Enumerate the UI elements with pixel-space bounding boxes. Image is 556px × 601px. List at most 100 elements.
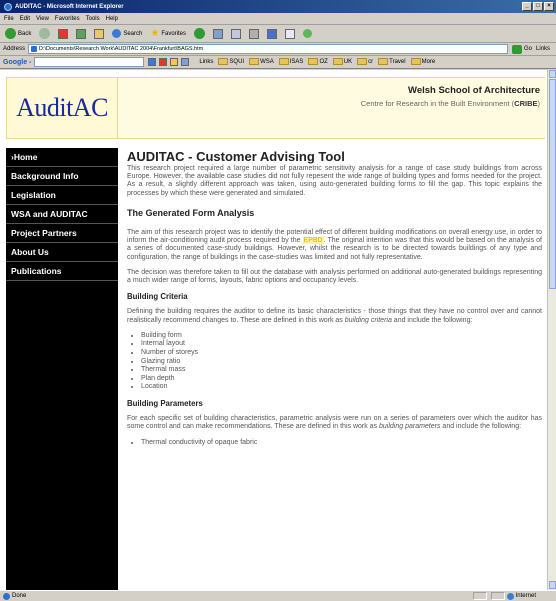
main-content: AUDITAC - Customer Advising Tool This re… xyxy=(127,150,542,453)
school-name: Welsh School of Architecture xyxy=(408,85,540,96)
home-button[interactable] xyxy=(92,27,106,41)
back-button[interactable]: Back xyxy=(3,27,33,41)
edit-button[interactable] xyxy=(265,27,279,41)
maximize-button[interactable]: □ xyxy=(533,2,543,11)
google-search-icon[interactable] xyxy=(148,58,157,66)
link-folder-isas[interactable]: ISAS xyxy=(278,58,303,66)
go-button[interactable]: Go xyxy=(512,44,532,54)
parameters-text-b: and include the following: xyxy=(440,423,522,431)
folder-label: Travel xyxy=(389,59,406,66)
vertical-scrollbar[interactable] xyxy=(547,70,556,590)
criteria-text-b: and include the following: xyxy=(391,316,473,324)
header-banner: Welsh School of Architecture Centre for … xyxy=(118,77,545,139)
media-icon xyxy=(194,28,206,39)
list-item: Number of storeys xyxy=(141,349,542,358)
scroll-up-arrow[interactable] xyxy=(549,70,556,78)
aim-paragraph: The aim of this research project was to … xyxy=(127,229,542,262)
link-folder-cr[interactable]: cr xyxy=(357,58,373,66)
links-bar-label: Links xyxy=(199,58,214,65)
centre-end: ) xyxy=(537,99,541,108)
back-label: Back xyxy=(18,30,32,37)
section-heading-generated-form: The Generated Form Analysis xyxy=(127,207,255,218)
criteria-text-a: Defining the building requires the audit… xyxy=(127,308,542,324)
menu-help[interactable]: Help xyxy=(106,16,118,22)
folder-icon xyxy=(278,58,289,66)
mail-button[interactable] xyxy=(229,27,243,41)
site-header: AuditAC Welsh School of Architecture Cen… xyxy=(0,70,547,144)
browser-window: AUDITAC - Microsoft Internet Explorer _ … xyxy=(0,0,556,601)
link-folder-uk[interactable]: UK xyxy=(332,58,352,66)
nav-item-project-partners[interactable]: Project Partners xyxy=(6,224,118,243)
address-input[interactable]: D:\Documents\Research Work\AUDITAC 2004\… xyxy=(28,44,509,54)
home-icon xyxy=(94,28,105,39)
minimize-button[interactable]: _ xyxy=(522,2,532,11)
internet-globe-icon xyxy=(506,592,514,600)
messenger-button[interactable] xyxy=(301,27,314,41)
refresh-icon xyxy=(76,28,87,39)
folder-icon xyxy=(218,58,229,66)
search-button[interactable]: Search xyxy=(110,27,144,41)
nav-item-publications[interactable]: Publications xyxy=(6,262,118,281)
google-search-input[interactable] xyxy=(34,57,145,67)
folder-label: OZ xyxy=(319,59,328,66)
scroll-down-arrow[interactable] xyxy=(549,581,556,589)
epbd-link[interactable]: EPBD xyxy=(302,237,324,245)
nav-item-about-us[interactable]: About Us xyxy=(6,243,118,262)
nav-item-legislation[interactable]: Legislation xyxy=(6,186,118,205)
google-buttons xyxy=(148,58,190,66)
menu-file[interactable]: File xyxy=(4,16,14,22)
title-bar: AUDITAC - Microsoft Internet Explorer _ … xyxy=(0,0,556,13)
link-folder-oz[interactable]: OZ xyxy=(308,58,328,66)
folder-icon xyxy=(410,58,421,66)
list-item: Thermal mass xyxy=(141,366,542,375)
messenger-icon xyxy=(303,29,313,38)
parameters-paragraph: For each specific set of building charac… xyxy=(127,415,542,431)
pagerank-icon[interactable] xyxy=(159,58,168,66)
page-title: AUDITAC - Customer Advising Tool xyxy=(127,149,345,164)
status-text: Done xyxy=(12,593,27,599)
menu-view[interactable]: View xyxy=(36,16,49,22)
criteria-paragraph: Defining the building requires the audit… xyxy=(127,308,542,324)
history-button[interactable] xyxy=(211,27,225,41)
page-viewport: AuditAC Welsh School of Architecture Cen… xyxy=(0,70,547,590)
nav-item-wsa-and-auditac[interactable]: WSA and AUDITAC xyxy=(6,205,118,224)
subheading-building-parameters: Building Parameters xyxy=(127,399,203,408)
discuss-icon xyxy=(285,28,296,39)
criteria-list: Building form Internal layout Number of … xyxy=(141,332,542,392)
scroll-thumb[interactable] xyxy=(549,79,556,289)
address-bar: Address D:\Documents\Research Work\AUDIT… xyxy=(0,43,556,56)
print-button[interactable] xyxy=(247,27,261,41)
star-icon: ★ xyxy=(150,28,160,39)
link-folder-travel[interactable]: Travel xyxy=(378,58,406,66)
links-label[interactable]: Links xyxy=(536,46,550,52)
go-arrow-icon xyxy=(512,44,523,54)
google-logo[interactable]: Google - xyxy=(3,59,31,66)
menu-edit[interactable]: Edit xyxy=(20,16,30,22)
highlight-icon[interactable] xyxy=(170,58,179,66)
stop-icon xyxy=(58,28,69,39)
link-folder-squi[interactable]: SQUI xyxy=(218,58,244,66)
close-button[interactable]: × xyxy=(544,2,554,11)
forward-button[interactable] xyxy=(37,27,52,41)
google-toolbar: Google - Links SQUI WSA ISAS OZ UK cr Tr… xyxy=(0,56,556,69)
favorites-button[interactable]: ★ Favorites xyxy=(148,27,188,41)
ie-icon xyxy=(4,2,12,11)
refresh-button[interactable] xyxy=(74,27,88,41)
media-button[interactable] xyxy=(192,27,207,41)
link-folder-more[interactable]: More xyxy=(410,58,435,66)
stop-button[interactable] xyxy=(56,27,70,41)
centre-name: Centre for Research in the Built Environ… xyxy=(361,99,540,108)
list-item: Thermal conductivity of opaque fabric xyxy=(141,439,542,448)
menu-tools[interactable]: Tools xyxy=(86,16,100,22)
nav-label: Home xyxy=(13,152,38,162)
decision-paragraph: The decision was therefore taken to fill… xyxy=(127,268,542,285)
link-folder-wsa[interactable]: WSA xyxy=(249,58,274,66)
discuss-button[interactable] xyxy=(283,27,297,41)
site-logo[interactable]: AuditAC xyxy=(6,77,118,139)
menu-favorites[interactable]: Favorites xyxy=(55,16,80,22)
nav-item-home[interactable]: ›Home xyxy=(6,148,118,167)
menu-bar: File Edit View Favorites Tools Help xyxy=(0,13,556,25)
nav-item-background-info[interactable]: Background Info xyxy=(6,167,118,186)
folder-label: WSA xyxy=(260,59,274,66)
options-icon[interactable] xyxy=(181,58,190,66)
